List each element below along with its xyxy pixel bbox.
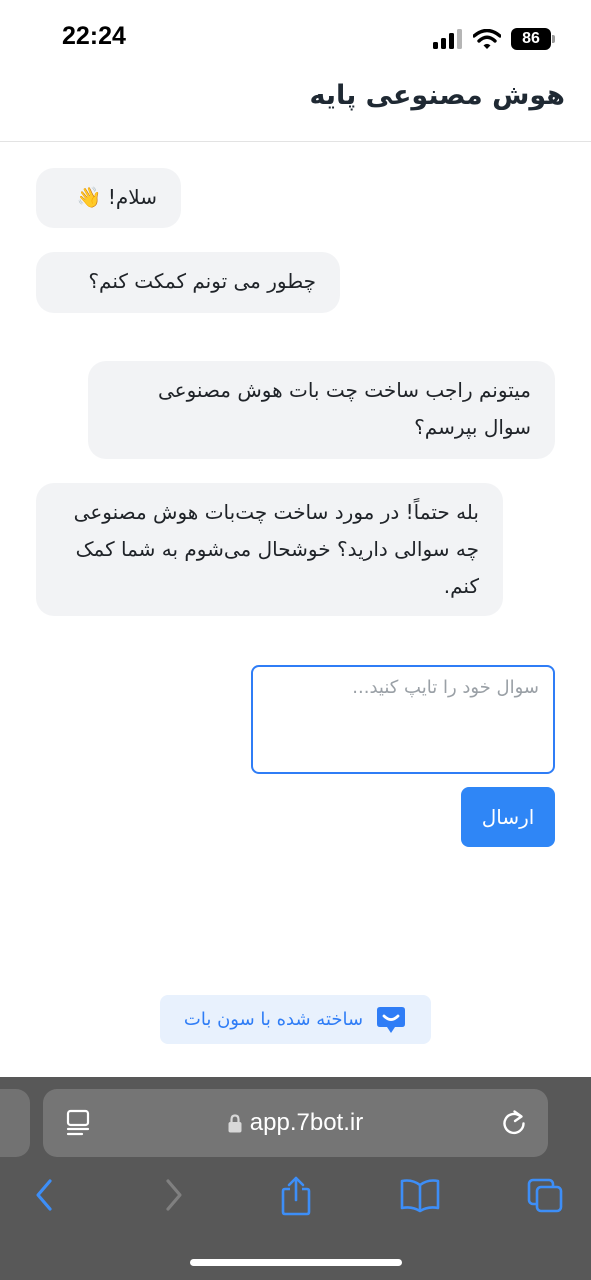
battery-level: 86 (522, 30, 540, 47)
previous-tab-edge[interactable] (0, 1089, 30, 1157)
chat-bubble-logo-icon (377, 1006, 406, 1033)
back-icon[interactable] (30, 1175, 58, 1215)
user-message: میتونم راجب ساخت چت بات هوش مصنوعی سوال … (88, 361, 555, 459)
status-bar: 22:24 86 (0, 0, 591, 70)
screen: 22:24 86 هوش مصنوعی پایه سلام! 👋 چطور می… (0, 0, 591, 1280)
page-title: هوش مصنوعی پایه (309, 80, 565, 111)
address-bar[interactable]: app.7bot.ir (43, 1089, 548, 1157)
url-text: app.7bot.ir (249, 1109, 364, 1136)
message-text: میتونم راجب ساخت چت بات هوش مصنوعی سوال … (157, 378, 531, 439)
forward-icon[interactable] (160, 1175, 188, 1215)
lock-icon (228, 1113, 242, 1132)
battery-icon: 86 (511, 28, 555, 50)
home-indicator (190, 1259, 402, 1266)
status-time: 22:24 (62, 22, 126, 50)
bot-message: چطور می تونم کمکت کنم؟ (36, 252, 340, 313)
message-text: چطور می تونم کمکت کنم؟ (88, 269, 316, 293)
app-header: هوش مصنوعی پایه (0, 70, 591, 142)
status-icons: 86 (433, 26, 555, 52)
message-text: بله حتماً! در مورد ساخت چت‌بات هوش مصنوع… (73, 500, 479, 598)
made-with-7bot-link[interactable]: ساخته شده با سون بات (160, 995, 431, 1044)
bot-message: سلام! 👋 (36, 168, 181, 228)
wifi-icon (473, 29, 501, 49)
signal-icon (433, 29, 462, 49)
bot-message: بله حتماً! در مورد ساخت چت‌بات هوش مصنوع… (36, 483, 503, 616)
url-display[interactable]: app.7bot.ir (43, 1089, 548, 1157)
send-button[interactable]: ارسال (461, 787, 555, 847)
tabs-icon[interactable] (526, 1175, 566, 1215)
bookmarks-icon[interactable] (399, 1175, 441, 1215)
reload-icon[interactable] (500, 1108, 528, 1138)
message-text: سلام! 👋 (76, 185, 157, 209)
browser-toolbar: app.7bot.ir (0, 1077, 591, 1280)
share-icon[interactable] (279, 1175, 313, 1217)
made-with-label: ساخته شده با سون بات (183, 1009, 364, 1030)
question-input[interactable] (251, 665, 555, 774)
